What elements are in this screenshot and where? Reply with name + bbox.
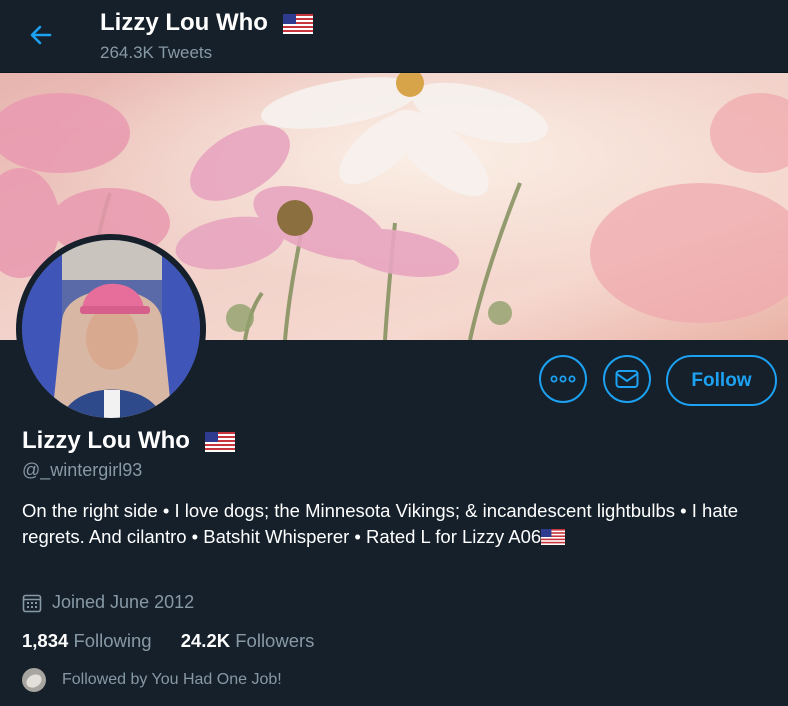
profile-name: Lizzy Lou Who: [22, 427, 190, 454]
followers-count: 24.2K: [180, 630, 231, 651]
profile-handle: @_wintergirl93: [22, 460, 143, 480]
us-flag-icon: [204, 431, 235, 452]
arrow-left-icon: [30, 25, 52, 45]
following-count: 1,834: [22, 630, 69, 651]
header-title-wrap: Lizzy Lou Who: [100, 9, 313, 37]
top-bar: Lizzy Lou Who 264.3K Tweets: [0, 0, 788, 73]
message-button[interactable]: [603, 355, 651, 403]
us-flag-icon: [541, 529, 566, 545]
back-button[interactable]: [28, 22, 54, 48]
profile-bio-wrap: On the right side • I love dogs; the Min…: [22, 498, 782, 550]
more-icon: [550, 375, 576, 383]
joined-date-row: Joined June 2012: [22, 592, 194, 613]
us-flag-icon: [282, 13, 313, 34]
followers-label: Followers: [235, 630, 315, 651]
calendar-icon: [22, 594, 42, 612]
more-button[interactable]: [539, 355, 587, 403]
profile-bio: On the right side • I love dogs; the Min…: [22, 500, 739, 547]
following-label: Following: [73, 630, 152, 651]
follow-button[interactable]: Follow: [666, 355, 777, 406]
tweet-count: 264.3K Tweets: [100, 43, 213, 62]
follow-stats: 1,834 Following 24.2K Followers: [22, 630, 338, 652]
header-title: Lizzy Lou Who: [100, 9, 268, 36]
following-link[interactable]: 1,834 Following: [22, 630, 181, 651]
followed-by-text: Followed by You Had One Job!: [62, 671, 282, 688]
followed-by-row[interactable]: Followed by You Had One Job!: [22, 668, 282, 692]
followers-link[interactable]: 24.2K Followers: [181, 630, 339, 651]
follower-avatar: [22, 668, 46, 692]
avatar[interactable]: [22, 240, 200, 418]
profile-name-wrap: Lizzy Lou Who: [22, 427, 235, 455]
envelope-icon: [615, 370, 639, 388]
joined-date: Joined June 2012: [52, 592, 195, 612]
